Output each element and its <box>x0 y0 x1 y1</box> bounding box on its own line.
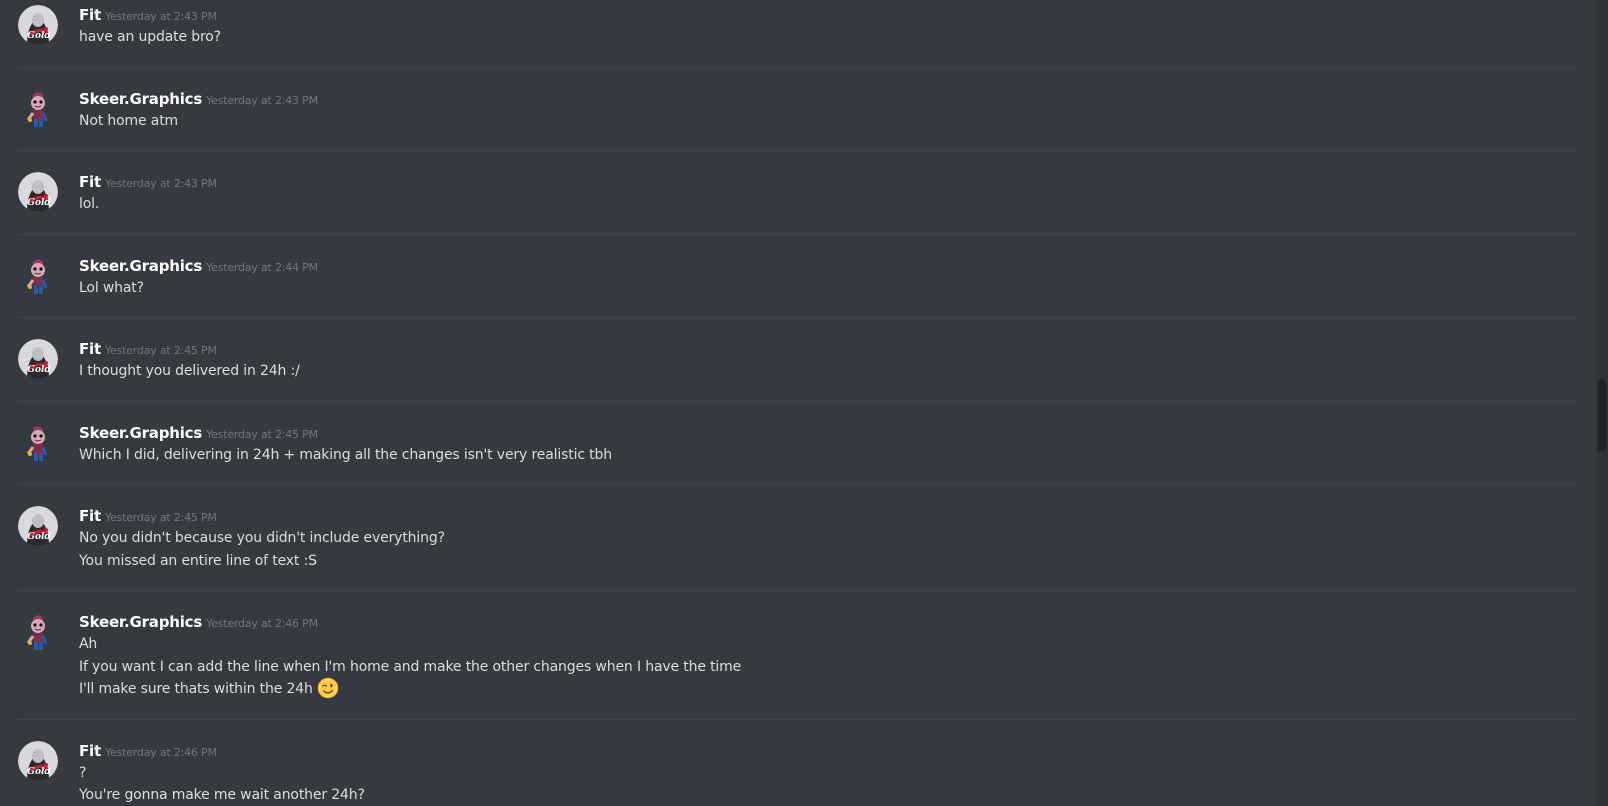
message-line: Not home atm <box>79 110 1576 133</box>
avatar[interactable]: Gold <box>18 5 58 45</box>
message-header: Skeer.Graphics Yesterday at 2:45 PM <box>79 422 1576 444</box>
message-text: You're gonna make me wait another 24h? <box>79 787 365 803</box>
author-name[interactable]: Skeer.Graphics <box>79 90 202 108</box>
wink-emoji[interactable] <box>317 677 339 699</box>
chat-view: Gold Fit Yesterday at 2:43 PM have an upd… <box>0 0 1608 806</box>
message-header: Fit Yesterday at 2:46 PM <box>79 740 1576 762</box>
message-5[interactable]: Skeer.Graphics Yesterday at 2:45 PM Which… <box>18 400 1576 485</box>
fit-avatar-icon: Gold <box>18 172 58 212</box>
author-name[interactable]: Fit <box>79 173 101 191</box>
author-name[interactable]: Skeer.Graphics <box>79 257 202 275</box>
skeer-avatar-icon <box>18 88 58 129</box>
avatar[interactable]: Gold <box>18 172 58 212</box>
message-content: lol. <box>79 193 1576 216</box>
message-text: You missed an entire line of text :S <box>79 552 317 569</box>
message-text: lol. <box>79 196 100 212</box>
avatar[interactable] <box>18 422 58 463</box>
message-list: Gold Fit Yesterday at 2:43 PM have an upd… <box>0 0 1596 806</box>
message-header: Fit Yesterday at 2:43 PM <box>79 4 1576 26</box>
message-line: I'll make sure thats within the 24h <box>79 677 1576 701</box>
avatar[interactable]: Gold <box>18 339 58 379</box>
message-timestamp: Yesterday at 2:43 PM <box>104 177 217 190</box>
scrollbar-thumb[interactable] <box>1598 378 1606 452</box>
message-text: ? <box>79 764 87 781</box>
message-text: have an update bro? <box>79 29 221 45</box>
avatar[interactable]: Gold <box>18 740 58 781</box>
message-timestamp: Yesterday at 2:45 PM <box>104 344 217 357</box>
message-header: Fit Yesterday at 2:45 PM <box>79 505 1576 527</box>
message-text: Ah <box>79 636 98 652</box>
message-text: I'll make sure thats within the 24h <box>79 681 313 697</box>
avatar[interactable] <box>18 255 58 296</box>
message-content: Not home atm <box>79 110 1576 133</box>
message-content: ? You're gonna make me wait another 24h? <box>79 762 1576 806</box>
message-3[interactable]: Skeer.Graphics Yesterday at 2:44 PM Lol w… <box>18 233 1576 318</box>
message-timestamp: Yesterday at 2:45 PM <box>206 427 318 441</box>
fit-avatar-icon: Gold <box>18 740 58 781</box>
avatar[interactable] <box>18 88 58 129</box>
message-content: Which I did, delivering in 24h + making … <box>79 444 1576 467</box>
message-7[interactable]: Skeer.Graphics Yesterday at 2:46 PM Ah If … <box>18 590 1576 719</box>
svg-text:Gold: Gold <box>27 532 51 542</box>
message-content: Lol what? <box>79 277 1576 300</box>
message-line: ? <box>79 762 1576 785</box>
svg-text:Gold: Gold <box>27 365 51 375</box>
svg-text:Gold: Gold <box>27 198 51 208</box>
message-header: Skeer.Graphics Yesterday at 2:43 PM <box>79 88 1576 110</box>
author-name[interactable]: Skeer.Graphics <box>79 424 202 442</box>
message-timestamp: Yesterday at 2:44 PM <box>206 260 318 274</box>
author-name[interactable]: Fit <box>79 507 101 525</box>
message-content: Ah If you want I can add the line when I'… <box>79 633 1576 701</box>
message-timestamp: Yesterday at 2:43 PM <box>104 10 217 23</box>
message-header: Fit Yesterday at 2:43 PM <box>79 171 1576 193</box>
message-0[interactable]: Gold Fit Yesterday at 2:43 PM have an upd… <box>18 0 1576 67</box>
author-name[interactable]: Fit <box>79 6 101 24</box>
message-8[interactable]: Gold Fit Yesterday at 2:46 PM ? You're gon… <box>18 718 1576 806</box>
message-header: Skeer.Graphics Yesterday at 2:44 PM <box>79 255 1576 277</box>
message-line: have an update bro? <box>79 26 1576 49</box>
skeer-avatar-icon <box>18 255 58 296</box>
message-line: I thought you delivered in 24h :/ <box>79 360 1576 383</box>
message-text: Not home atm <box>79 112 179 129</box>
message-text: Which I did, delivering in 24h + making … <box>79 446 612 463</box>
svg-text:Gold: Gold <box>27 767 51 777</box>
message-line: You missed an entire line of text :S <box>79 550 1576 573</box>
fit-avatar-icon: Gold <box>18 5 58 45</box>
message-6[interactable]: Gold Fit Yesterday at 2:45 PM No you didn… <box>18 484 1576 590</box>
message-content: I thought you delivered in 24h :/ <box>79 360 1576 383</box>
message-line: lol. <box>79 193 1576 216</box>
message-line: No you didn't because you didn't include… <box>79 527 1576 550</box>
message-line: Which I did, delivering in 24h + making … <box>79 444 1576 467</box>
message-line: You're gonna make me wait another 24h? <box>79 784 1576 806</box>
message-line: Ah <box>79 633 1576 656</box>
skeer-avatar-icon <box>18 612 58 652</box>
message-timestamp: Yesterday at 2:46 PM <box>104 745 217 759</box>
fit-avatar-icon: Gold <box>18 506 58 546</box>
message-text: No you didn't because you didn't include… <box>79 530 445 546</box>
message-header: Fit Yesterday at 2:45 PM <box>79 338 1576 360</box>
author-name[interactable]: Skeer.Graphics <box>79 613 202 631</box>
message-text: I thought you delivered in 24h :/ <box>79 363 300 379</box>
fit-avatar-icon: Gold <box>18 339 58 379</box>
message-timestamp: Yesterday at 2:46 PM <box>206 617 318 630</box>
avatar[interactable]: Gold <box>18 506 58 546</box>
message-content: No you didn't because you didn't include… <box>79 527 1576 572</box>
message-line: If you want I can add the line when I'm … <box>79 656 1576 679</box>
message-text: Lol what? <box>79 279 144 296</box>
svg-text:Gold: Gold <box>27 31 51 41</box>
scrollbar[interactable] <box>1596 0 1608 806</box>
author-name[interactable]: Fit <box>79 742 101 760</box>
message-4[interactable]: Gold Fit Yesterday at 2:45 PM I thought y… <box>18 317 1576 401</box>
message-content: have an update bro? <box>79 26 1576 49</box>
message-2[interactable]: Gold Fit Yesterday at 2:43 PM lol. <box>18 150 1576 234</box>
message-line: Lol what? <box>79 277 1576 300</box>
message-header: Skeer.Graphics Yesterday at 2:46 PM <box>79 611 1576 633</box>
message-timestamp: Yesterday at 2:43 PM <box>206 93 318 107</box>
message-text: If you want I can add the line when I'm … <box>79 658 742 675</box>
message-timestamp: Yesterday at 2:45 PM <box>104 511 217 524</box>
skeer-avatar-icon <box>18 422 58 463</box>
author-name[interactable]: Fit <box>79 340 101 358</box>
message-1[interactable]: Skeer.Graphics Yesterday at 2:43 PM Not h… <box>18 66 1576 151</box>
avatar[interactable] <box>18 612 58 652</box>
